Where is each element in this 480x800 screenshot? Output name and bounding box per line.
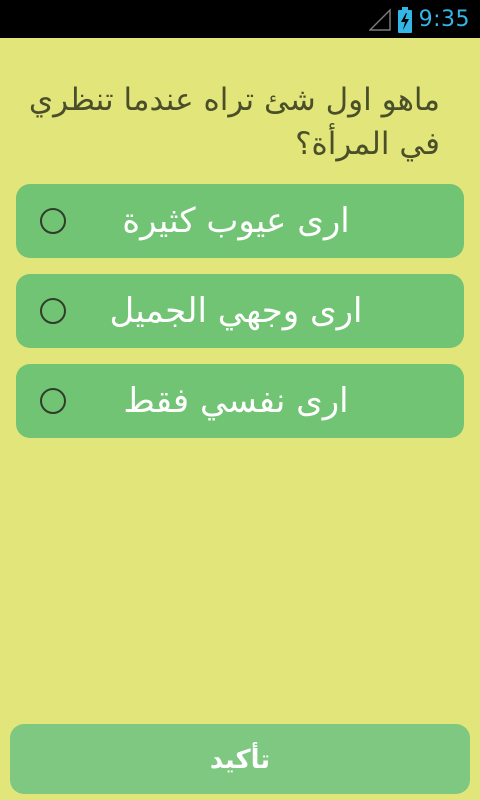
option-2[interactable]: ارى وجهي الجميل bbox=[16, 274, 464, 348]
signal-icon bbox=[367, 6, 391, 32]
option-3[interactable]: ارى نفسي فقط bbox=[16, 364, 464, 438]
option-label: ارى وجهي الجميل bbox=[109, 291, 363, 331]
radio-button-icon[interactable] bbox=[40, 208, 66, 234]
status-bar: 9:35 bbox=[0, 0, 480, 38]
confirm-button[interactable]: تأكيد bbox=[10, 724, 470, 794]
option-1[interactable]: ارى عيوب كثيرة bbox=[16, 184, 464, 258]
question-text: ماهو اول شئ تراه عندما تنظري في المرأة؟ bbox=[28, 82, 440, 162]
battery-charging-icon bbox=[397, 6, 413, 33]
option-label: ارى نفسي فقط bbox=[123, 381, 349, 421]
status-time: 9:35 bbox=[418, 6, 470, 32]
radio-button-icon[interactable] bbox=[40, 388, 66, 414]
radio-button-icon[interactable] bbox=[40, 298, 66, 324]
option-label: ارى عيوب كثيرة bbox=[122, 201, 350, 241]
